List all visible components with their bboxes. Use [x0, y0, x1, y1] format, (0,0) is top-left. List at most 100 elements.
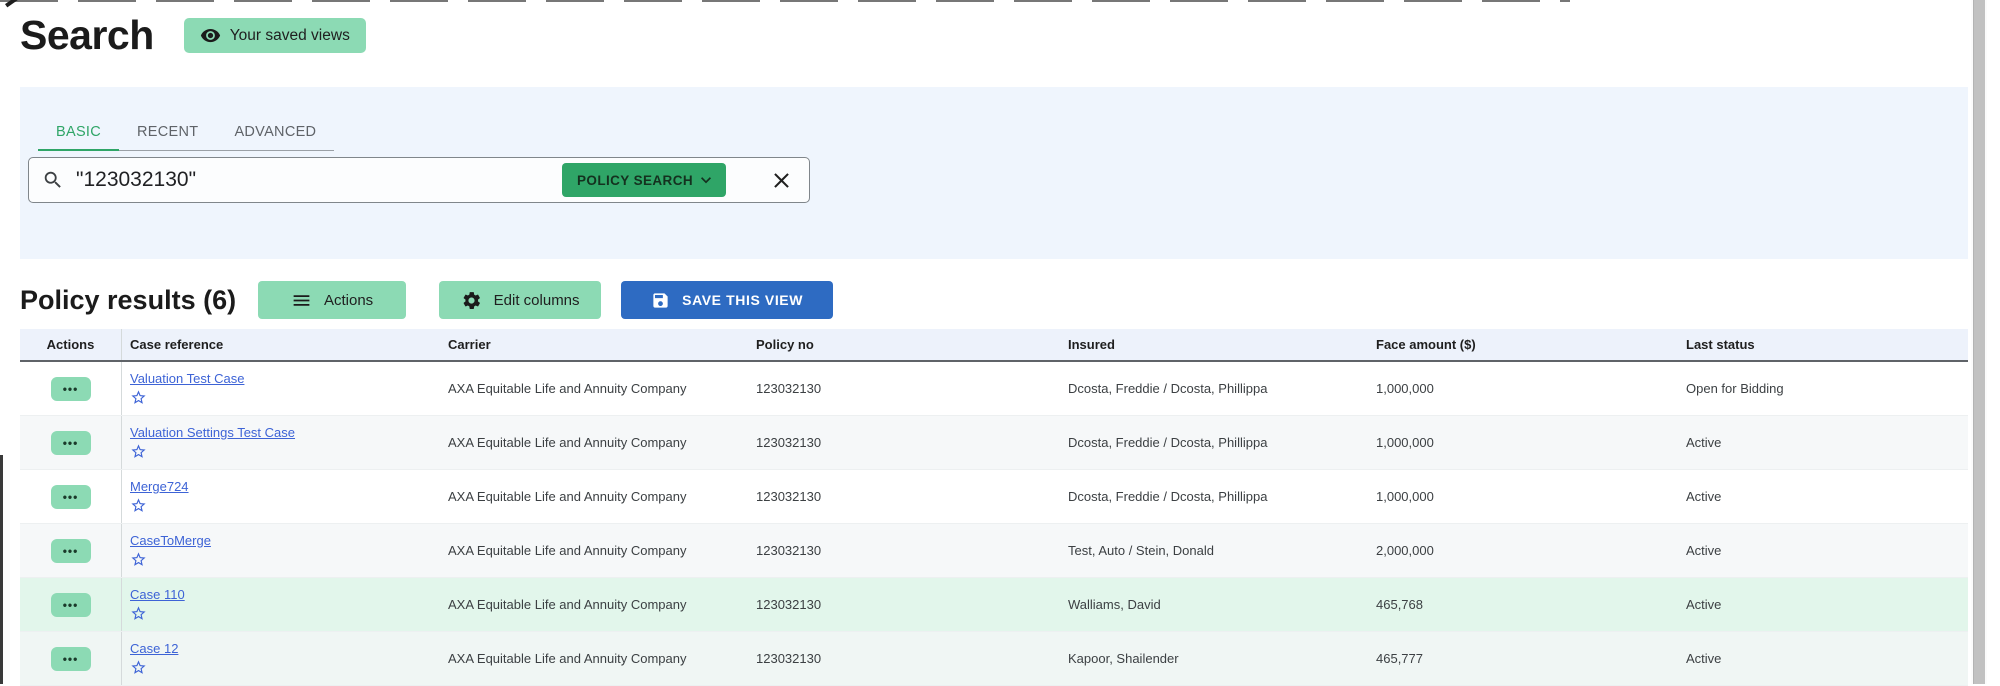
carrier-cell: AXA Equitable Life and Annuity Company: [440, 651, 748, 666]
search-tabs: BASIC RECENT ADVANCED: [38, 117, 334, 151]
policy-no-cell: 123032130: [748, 651, 1060, 666]
screen-artifact-top-dashes: [0, 0, 1570, 2]
row-actions-cell: •••: [20, 362, 122, 415]
case-reference-link[interactable]: Case 12: [130, 641, 178, 656]
face-amount-cell: 465,768: [1368, 597, 1678, 612]
title-row: Search Your saved views: [20, 12, 366, 59]
favorite-star-icon[interactable]: [130, 659, 440, 676]
row-actions-cell: •••: [20, 524, 122, 577]
row-actions-button[interactable]: •••: [51, 485, 91, 509]
row-actions-button[interactable]: •••: [51, 593, 91, 617]
screen-artifact-corner-mark: [5, 0, 18, 7]
policy-no-cell: 123032130: [748, 381, 1060, 396]
column-header-face-amount: Face amount ($): [1368, 337, 1678, 352]
case-reference-link[interactable]: Valuation Settings Test Case: [130, 425, 295, 440]
carrier-cell: AXA Equitable Life and Annuity Company: [440, 543, 748, 558]
save-this-view-button[interactable]: SAVE THIS VIEW: [621, 281, 833, 319]
favorite-star-icon[interactable]: [130, 551, 440, 568]
menu-icon: [291, 290, 312, 311]
row-actions-cell: •••: [20, 632, 122, 685]
column-header-actions: Actions: [20, 329, 122, 360]
actions-button[interactable]: Actions: [258, 281, 406, 319]
policy-search-dropdown-button[interactable]: POLICY SEARCH: [562, 163, 726, 197]
tab-basic[interactable]: BASIC: [38, 117, 119, 151]
face-amount-cell: 1,000,000: [1368, 435, 1678, 450]
policy-no-cell: 123032130: [748, 435, 1060, 450]
saved-views-button[interactable]: Your saved views: [184, 18, 366, 53]
table-row: ••• Valuation Test Case AXA Equitable Li…: [20, 362, 1968, 416]
clear-search-button[interactable]: [768, 167, 794, 193]
case-reference-link[interactable]: Case 110: [130, 587, 185, 602]
favorite-star-icon[interactable]: [130, 605, 440, 622]
row-actions-button[interactable]: •••: [51, 539, 91, 563]
tab-advanced[interactable]: ADVANCED: [216, 117, 334, 151]
last-status-cell: Active: [1678, 435, 1968, 450]
column-header-carrier: Carrier: [440, 337, 748, 352]
face-amount-cell: 2,000,000: [1368, 543, 1678, 558]
edit-columns-label: Edit columns: [494, 292, 580, 309]
row-actions-cell: •••: [20, 416, 122, 469]
carrier-cell: AXA Equitable Life and Annuity Company: [440, 381, 748, 396]
last-status-cell: Active: [1678, 543, 1968, 558]
tab-recent[interactable]: RECENT: [119, 117, 216, 151]
save-icon: [651, 291, 670, 310]
search-input[interactable]: [74, 167, 562, 193]
insured-cell: Dcosta, Freddie / Dcosta, Phillippa: [1060, 489, 1368, 504]
insured-cell: Kapoor, Shailender: [1060, 651, 1368, 666]
table-row: ••• Valuation Settings Test Case AXA Equ…: [20, 416, 1968, 470]
actions-button-label: Actions: [324, 292, 373, 309]
close-icon: [769, 168, 794, 193]
scrollbar[interactable]: [1971, 0, 1987, 684]
policy-no-cell: 123032130: [748, 543, 1060, 558]
face-amount-cell: 1,000,000: [1368, 381, 1678, 396]
case-reference-link[interactable]: Merge724: [130, 479, 189, 494]
search-panel: BASIC RECENT ADVANCED POLICY SEARCH: [20, 87, 1968, 259]
case-reference-cell: Case 110: [122, 587, 440, 622]
edit-columns-button[interactable]: Edit columns: [439, 281, 601, 319]
policy-no-cell: 123032130: [748, 597, 1060, 612]
results-heading: Policy results (6): [20, 285, 236, 316]
favorite-star-icon[interactable]: [130, 497, 440, 514]
row-actions-button[interactable]: •••: [51, 431, 91, 455]
row-actions-button[interactable]: •••: [51, 647, 91, 671]
face-amount-cell: 465,777: [1368, 651, 1678, 666]
carrier-cell: AXA Equitable Life and Annuity Company: [440, 435, 748, 450]
case-reference-cell: Valuation Settings Test Case: [122, 425, 440, 460]
row-actions-cell: •••: [20, 578, 122, 631]
case-reference-cell: Valuation Test Case: [122, 371, 440, 406]
favorite-star-icon[interactable]: [130, 443, 440, 460]
row-actions-button[interactable]: •••: [51, 377, 91, 401]
policy-results-table: Actions Case reference Carrier Policy no…: [20, 329, 1968, 686]
insured-cell: Dcosta, Freddie / Dcosta, Phillippa: [1060, 435, 1368, 450]
screen-artifact-left-line: [0, 455, 3, 684]
last-status-cell: Open for Bidding: [1678, 381, 1968, 396]
row-actions-cell: •••: [20, 470, 122, 523]
scrollbar-thumb[interactable]: [1973, 0, 1985, 684]
case-reference-link[interactable]: Valuation Test Case: [130, 371, 244, 386]
favorite-star-icon[interactable]: [130, 389, 440, 406]
policy-search-label: POLICY SEARCH: [577, 173, 693, 188]
case-reference-cell: Case 12: [122, 641, 440, 676]
results-toolbar: Policy results (6) Actions Edit columns …: [20, 281, 833, 319]
chevron-down-icon: [696, 170, 716, 190]
saved-views-label: Your saved views: [230, 27, 350, 45]
case-reference-cell: Merge724: [122, 479, 440, 514]
case-reference-link[interactable]: CaseToMerge: [130, 533, 211, 548]
policy-no-cell: 123032130: [748, 489, 1060, 504]
column-header-policy-no: Policy no: [748, 337, 1060, 352]
table-row: ••• CaseToMerge AXA Equitable Life and A…: [20, 524, 1968, 578]
table-row: ••• Case 110 AXA Equitable Life and Annu…: [20, 578, 1968, 632]
page-title: Search: [20, 12, 154, 59]
table-row: ••• Merge724 AXA Equitable Life and Annu…: [20, 470, 1968, 524]
carrier-cell: AXA Equitable Life and Annuity Company: [440, 597, 748, 612]
last-status-cell: Active: [1678, 597, 1968, 612]
face-amount-cell: 1,000,000: [1368, 489, 1678, 504]
carrier-cell: AXA Equitable Life and Annuity Company: [440, 489, 748, 504]
last-status-cell: Active: [1678, 651, 1968, 666]
column-header-case-reference: Case reference: [122, 337, 440, 352]
column-header-last-status: Last status: [1678, 337, 1968, 352]
table-row: ••• Case 12 AXA Equitable Life and Annui…: [20, 632, 1968, 686]
insured-cell: Walliams, David: [1060, 597, 1368, 612]
eye-icon: [200, 25, 221, 46]
search-box[interactable]: POLICY SEARCH: [28, 157, 810, 203]
